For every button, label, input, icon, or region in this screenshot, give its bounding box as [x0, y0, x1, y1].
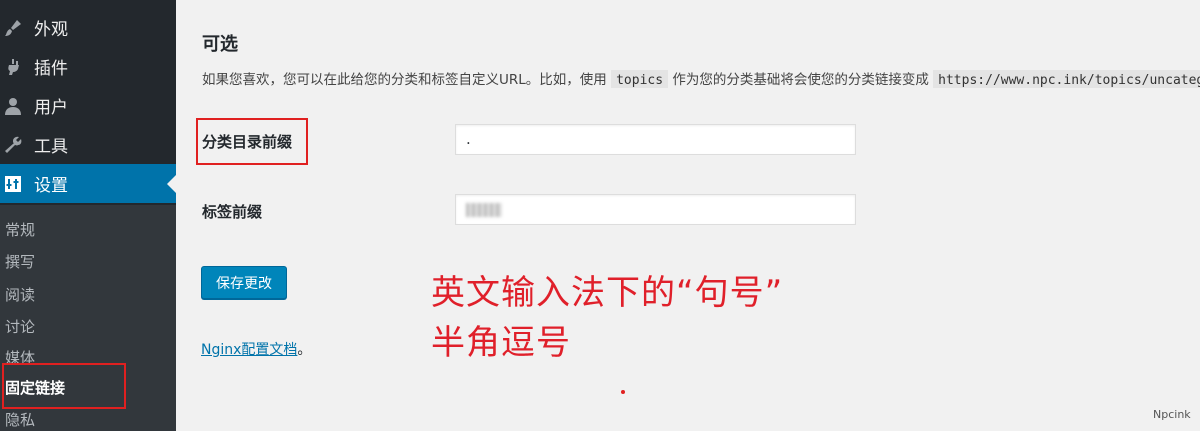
menu-item-plugins[interactable]: 插件	[0, 47, 176, 86]
menu-item-users[interactable]: 用户	[0, 86, 176, 125]
nginx-doc-link[interactable]: Nginx配置文档	[201, 342, 297, 358]
description-text-1: 如果您喜欢，您可以在此给您的分类和标签自定义URL。比如，使用	[202, 72, 607, 88]
active-arrow	[167, 175, 176, 193]
tag-base-input[interactable]	[455, 194, 856, 225]
submenu-reading[interactable]: 阅读	[5, 284, 35, 305]
wrench-icon	[2, 134, 24, 156]
nginx-doc-line: Nginx配置文档。	[201, 339, 311, 359]
submenu-privacy[interactable]: 隐私	[5, 409, 35, 430]
settings-icon	[2, 173, 24, 195]
section-title: 可选	[202, 34, 238, 55]
menu-item-tools[interactable]: 工具	[0, 125, 176, 164]
settings-submenu: 常规 撰写 阅读 讨论 媒体 固定链接 隐私	[0, 205, 176, 431]
category-base-label: 分类目录前缀	[202, 133, 293, 151]
admin-sidebar: 外观 插件 用户 工具 设置 常规 撰写 阅读 讨论 媒体 固定链接 隐私	[0, 0, 176, 431]
menu-label: 工具	[34, 137, 68, 157]
plugin-icon	[2, 56, 24, 78]
menu-label: 插件	[34, 59, 68, 79]
annotation-line-2: 半角逗号	[431, 323, 571, 363]
category-base-value: .	[466, 130, 471, 148]
submenu-permalinks[interactable]: 固定链接	[5, 377, 65, 398]
menu-label: 用户	[34, 98, 68, 118]
tag-base-label: 标签前缀	[202, 203, 263, 221]
submenu-discussion[interactable]: 讨论	[5, 316, 35, 337]
menu-item-appearance[interactable]: 外观	[0, 8, 176, 47]
annotation-line-1: 英文输入法下的“句号”	[431, 273, 784, 313]
menu-label: 外观	[34, 20, 68, 40]
description: 如果您喜欢，您可以在此给您的分类和标签自定义URL。比如，使用 topics 作…	[202, 68, 1200, 88]
red-dot	[621, 390, 625, 394]
code-topics: topics	[611, 70, 669, 88]
submenu-media[interactable]: 媒体	[5, 347, 35, 368]
category-base-input[interactable]: .	[455, 124, 856, 155]
nginx-suffix: 。	[297, 342, 312, 358]
submenu-writing[interactable]: 撰写	[5, 251, 35, 272]
user-icon	[2, 95, 24, 117]
watermark: Npcink	[1153, 408, 1191, 421]
blurred-value	[466, 202, 502, 217]
save-changes-button[interactable]: 保存更改	[201, 266, 287, 299]
menu-label: 设置	[34, 176, 68, 196]
paintbrush-icon	[2, 17, 24, 39]
submenu-general[interactable]: 常规	[5, 219, 35, 240]
description-text-2: 作为您的分类基础将会使您的分类链接变成	[672, 72, 929, 88]
menu-item-settings[interactable]: 设置	[0, 164, 176, 203]
code-url: https://www.npc.ink/topics/uncategorized…	[933, 70, 1200, 88]
